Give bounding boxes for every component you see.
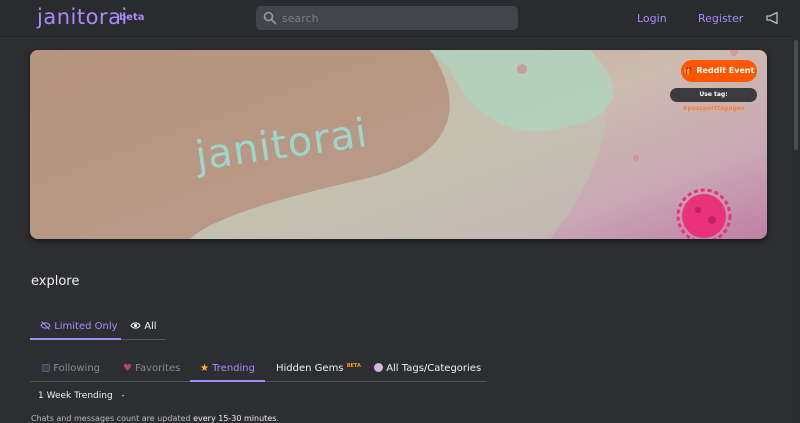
visibility-tabs: Limited Only All <box>30 316 166 340</box>
reddit-event-label: Reddit Event <box>696 66 755 75</box>
logo[interactable]: janitorai <box>37 5 128 29</box>
info-emphasis: every 15-30 minutes <box>193 414 277 423</box>
login-link[interactable]: Login <box>637 12 667 25</box>
tag-circle-icon <box>374 363 383 372</box>
tab-hidden-gems[interactable]: Hidden Gems BETA <box>276 363 361 382</box>
update-info-text: Chats and messages count are updated eve… <box>31 414 279 423</box>
hero-banner[interactable]: janitorai 🎁 Reddit Event Use tag: #passp… <box>30 50 767 239</box>
category-tabs: Following ♥ Favorites ★ Trending Hidden … <box>30 358 487 382</box>
search-input[interactable] <box>282 6 512 30</box>
chevron-down-icon: - <box>121 391 125 401</box>
search-bar[interactable] <box>256 6 518 30</box>
tab-all-tags[interactable]: All Tags/Categories <box>374 363 481 382</box>
megaphone-icon[interactable] <box>766 11 780 25</box>
tab-all-tags-label: All Tags/Categories <box>386 363 482 374</box>
tab-trending-label: Trending <box>212 363 255 374</box>
following-icon <box>42 364 50 372</box>
use-tag-prefix: Use tag: <box>699 91 728 98</box>
tab-limited-only[interactable]: Limited Only <box>30 321 121 340</box>
banner-shapes <box>30 50 738 239</box>
reddit-event-button[interactable]: 🎁 Reddit Event <box>681 60 757 82</box>
tab-trending[interactable]: ★ Trending <box>190 363 265 382</box>
tab-following-label: Following <box>53 363 101 374</box>
info-suffix: . <box>276 414 279 423</box>
tab-all-label: All <box>144 321 157 332</box>
tab-limited-only-label: Limited Only <box>54 321 118 332</box>
heart-icon: ♥ <box>123 363 132 374</box>
trending-range-select[interactable]: 1 Week Trending - <box>38 391 125 401</box>
tab-all[interactable]: All <box>130 321 157 340</box>
tab-favorites-label: Favorites <box>135 363 181 374</box>
tab-favorites[interactable]: ♥ Favorites <box>123 363 180 382</box>
scrollbar-thumb[interactable] <box>794 40 798 150</box>
search-icon <box>263 11 277 25</box>
tab-following[interactable]: Following <box>42 363 100 382</box>
trending-range-label: 1 Week Trending <box>38 391 113 401</box>
star-icon: ★ <box>200 363 209 374</box>
info-prefix: Chats and messages count are updated <box>31 414 194 423</box>
top-navbar: janitorai beta Login Register <box>0 0 800 37</box>
section-title: explore <box>31 274 80 289</box>
hidden-gems-beta-badge: BETA <box>346 363 361 369</box>
register-link[interactable]: Register <box>698 12 743 25</box>
gift-icon: 🎁 <box>683 66 694 75</box>
use-tag-value: #passporttopages <box>682 105 745 112</box>
tab-hidden-gems-label: Hidden Gems <box>276 363 344 374</box>
eye-icon <box>130 322 141 329</box>
use-tag-badge: Use tag: #passporttopages <box>670 88 757 112</box>
beta-badge: beta <box>119 12 145 23</box>
eye-slash-icon <box>40 321 51 330</box>
